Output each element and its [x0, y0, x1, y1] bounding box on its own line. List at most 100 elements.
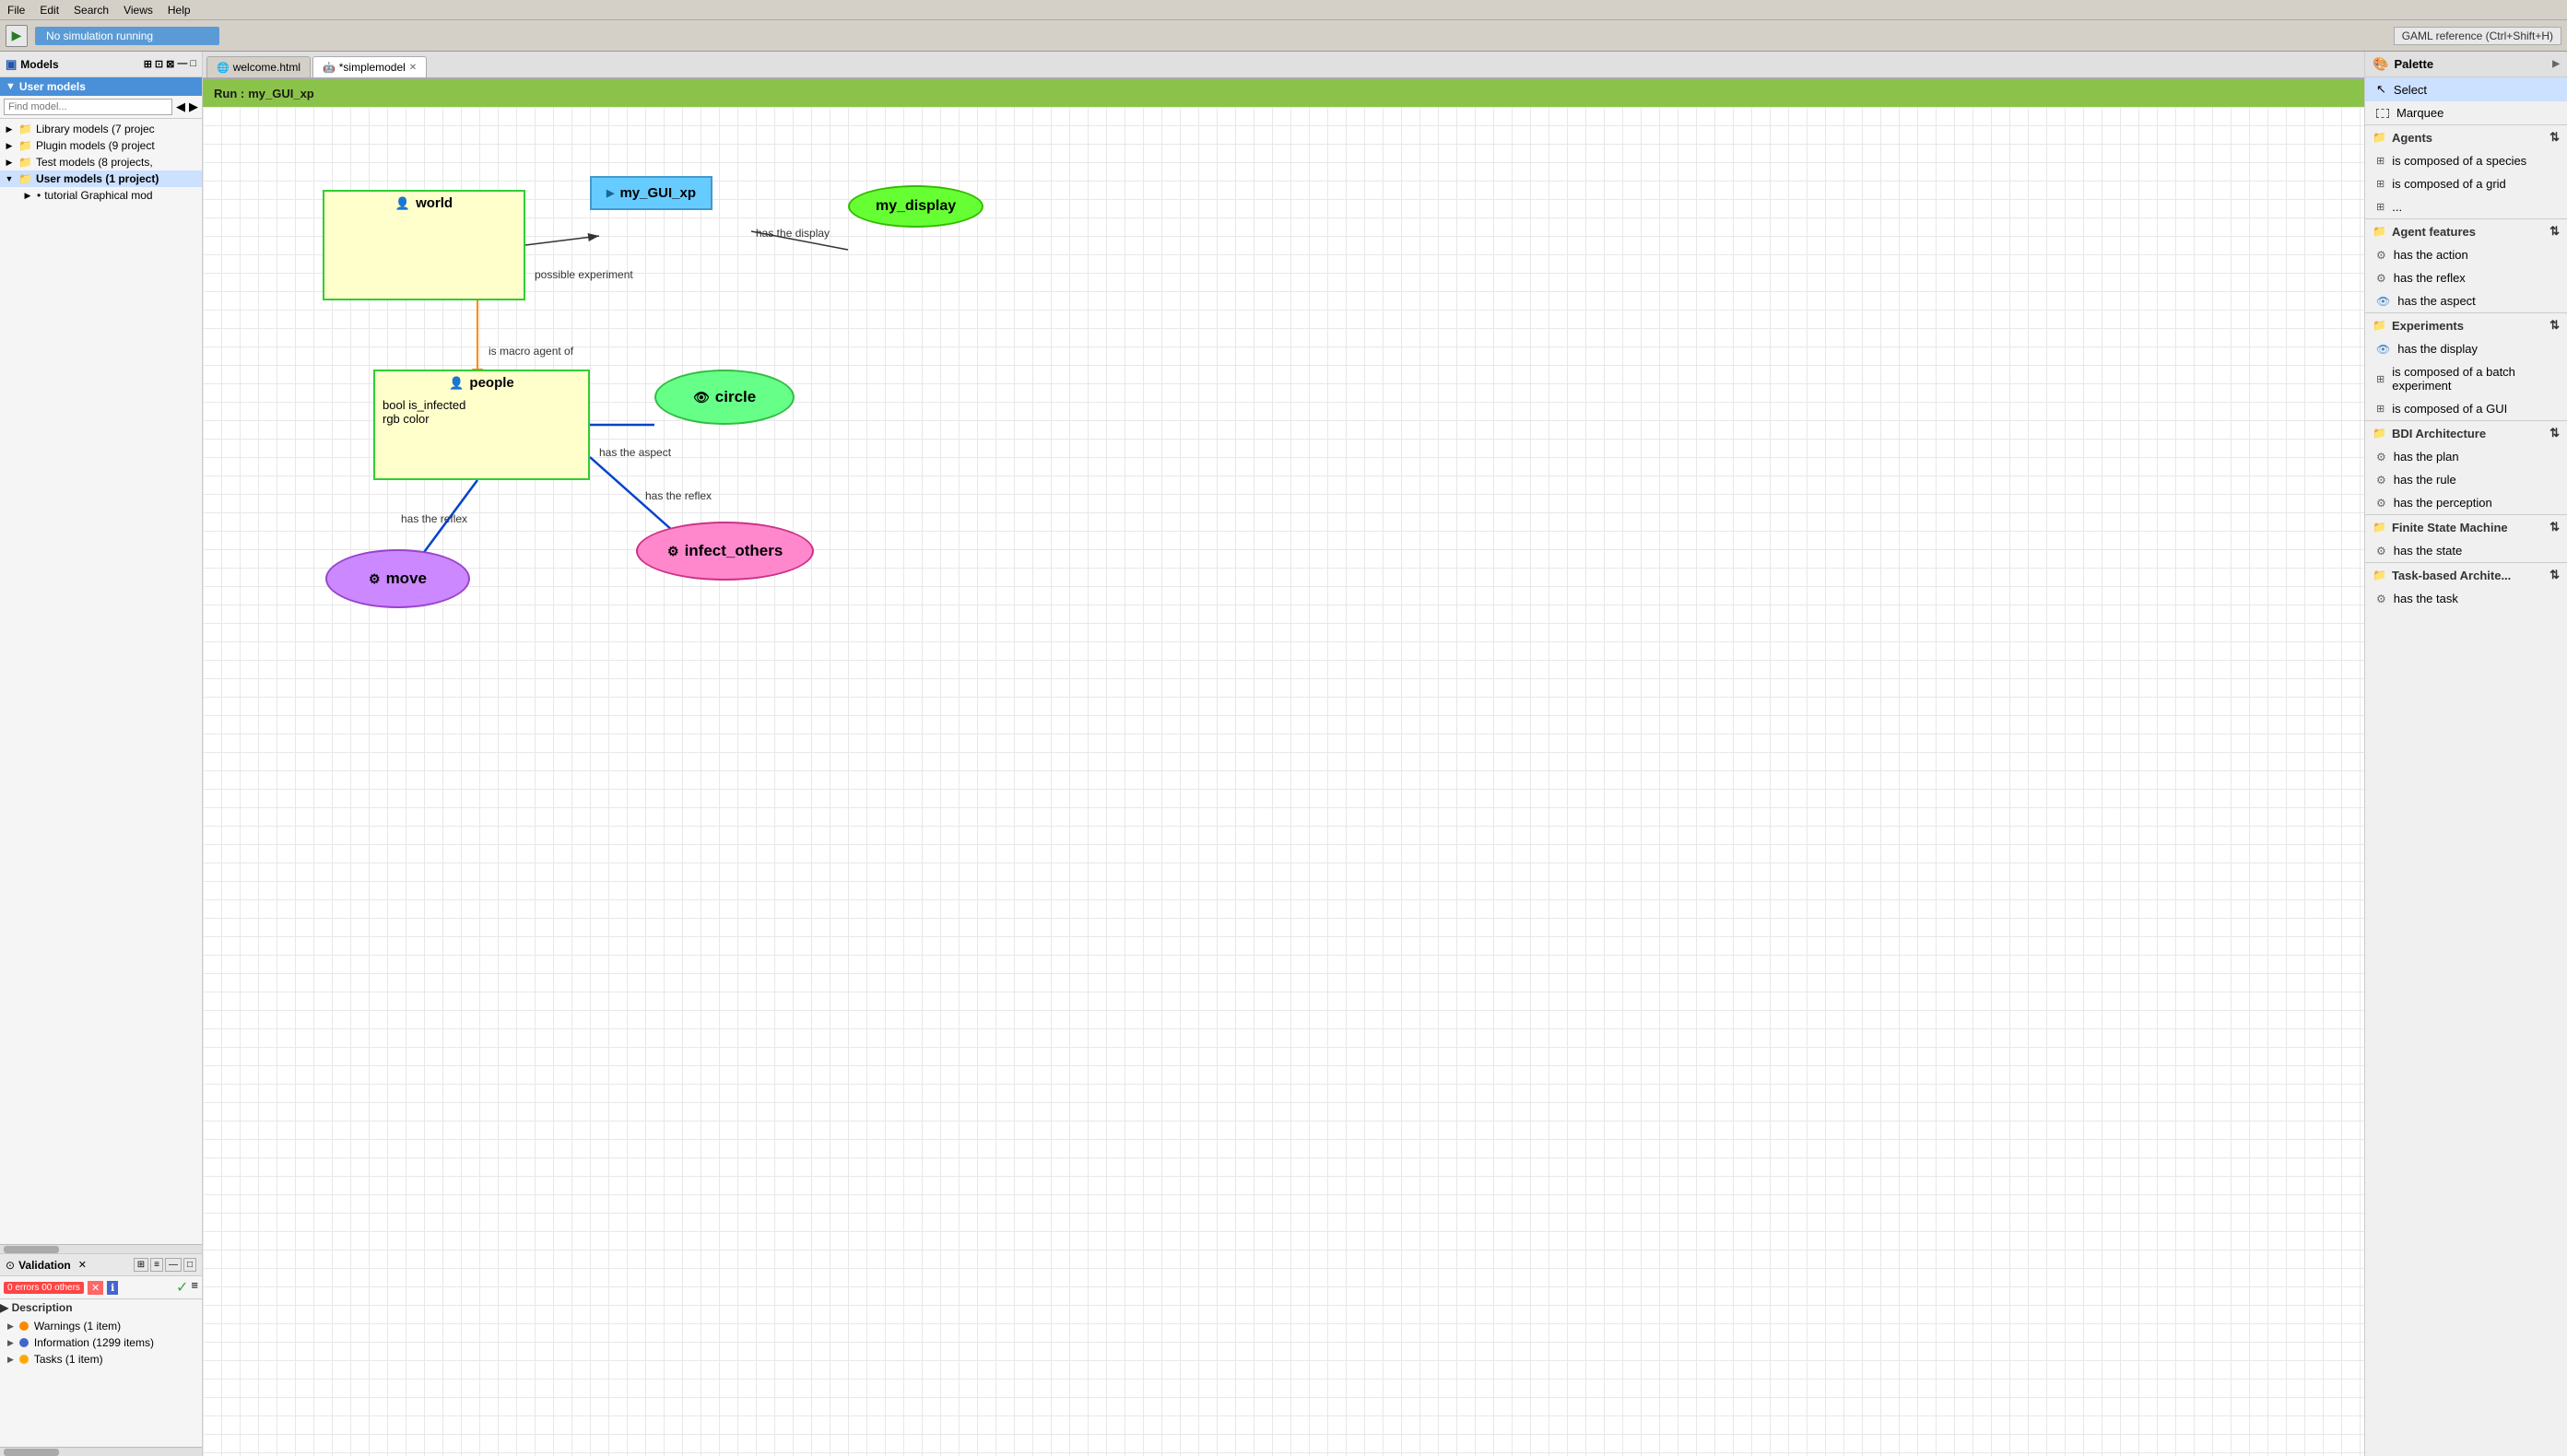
warning-label: Warnings (1 item) — [34, 1320, 121, 1333]
circle-label: circle — [715, 388, 756, 406]
val-scrollbar-thumb[interactable] — [4, 1449, 59, 1456]
horizontal-scrollbar[interactable] — [0, 1244, 202, 1253]
left-panel: ▣ Models ⊞ ⊡ ⊠ — □ ▼ User models ◀ ▶ ▶ — [0, 52, 203, 1456]
menu-edit[interactable]: Edit — [40, 4, 59, 17]
plugin-icon: 📁 — [18, 139, 32, 152]
tree-expander-tutorial[interactable]: ▶ — [22, 190, 33, 201]
gaml-reference-button[interactable]: GAML reference (Ctrl+Shift+H) — [2394, 27, 2561, 45]
palette-item-has-state[interactable]: ⚙ has the state — [2365, 539, 2567, 562]
bdi-folder-icon: 📁 — [2373, 427, 2386, 440]
play-button[interactable] — [6, 25, 28, 47]
bdi-label: BDI Architecture — [2392, 427, 2486, 440]
node-people[interactable]: 👤 people bool is_infected rgb color — [373, 370, 590, 480]
batch-label: is composed of a batch experiment — [2392, 365, 2556, 393]
node-infect[interactable]: ⚙ infect_others — [636, 522, 814, 581]
palette-icon: 🎨 — [2373, 56, 2388, 72]
node-gui[interactable]: ▶ my_GUI_xp — [590, 176, 712, 210]
tab-welcome[interactable]: 🌐 welcome.html — [206, 56, 311, 77]
palette-item-gui-experiment[interactable]: ⊞ is composed of a GUI — [2365, 397, 2567, 420]
val-grid-btn[interactable]: ⊞ — [134, 1258, 148, 1272]
val-max-btn[interactable]: □ — [183, 1258, 196, 1272]
palette-item-batch-experiment[interactable]: ⊞ is composed of a batch experiment — [2365, 360, 2567, 397]
tree-expander-user[interactable]: ▼ — [4, 173, 15, 184]
new-button[interactable]: ⊞ — [144, 58, 152, 70]
palette-item-select[interactable]: ↖ Select — [2365, 77, 2567, 101]
tree-item-tutorial[interactable]: ▶ • tutorial Graphical mod — [0, 187, 202, 204]
val-min-btn[interactable]: — — [165, 1258, 182, 1272]
palette-item-has-plan[interactable]: ⚙ has the plan — [2365, 445, 2567, 468]
composed-species-label: is composed of a species — [2392, 154, 2526, 168]
tree-expander-plugin[interactable]: ▶ — [4, 140, 15, 151]
edge-label-has-aspect: has the aspect — [599, 446, 671, 459]
node-circle[interactable]: 👁 circle — [654, 370, 795, 425]
scrollbar-thumb[interactable] — [4, 1246, 59, 1253]
node-move[interactable]: ⚙ move — [325, 549, 470, 608]
tree-expander-library[interactable]: ▶ — [4, 123, 15, 135]
validation-hscroll[interactable] — [0, 1447, 202, 1456]
val-list2-btn[interactable]: ≡ — [191, 1278, 198, 1297]
tree-item-test[interactable]: ▶ 📁 Test models (8 projects, — [0, 154, 202, 170]
filter-info-button[interactable]: ℹ — [107, 1281, 118, 1295]
plugin-label: Plugin models (9 project — [36, 139, 155, 152]
palette-item-has-aspect[interactable]: 👁 has the aspect — [2365, 289, 2567, 312]
palette-section-bdi[interactable]: 📁 BDI Architecture ⇅ — [2365, 420, 2567, 445]
desc-expander[interactable]: ▶ — [0, 1301, 12, 1314]
tree-item-plugin[interactable]: ▶ 📁 Plugin models (9 project — [0, 137, 202, 154]
palette-item-has-perception[interactable]: ⚙ has the perception — [2365, 491, 2567, 514]
info-item[interactable]: ▶ Information (1299 items) — [4, 1334, 198, 1351]
warning-expander[interactable]: ▶ — [7, 1321, 14, 1332]
palette-item-has-task[interactable]: ⚙ has the task — [2365, 587, 2567, 610]
node-world[interactable]: 👤 world — [323, 190, 525, 300]
infect-label: infect_others — [685, 542, 783, 560]
close-validation-icon[interactable]: ✕ — [78, 1259, 87, 1271]
menu-views[interactable]: Views — [124, 4, 153, 17]
info-expander[interactable]: ▶ — [7, 1338, 14, 1348]
palette-item-has-action[interactable]: ⚙ has the action — [2365, 243, 2567, 266]
tab-welcome-icon: 🌐 — [217, 62, 230, 74]
palette-item-composed-species[interactable]: ⊞ is composed of a species — [2365, 149, 2567, 172]
find-model-input[interactable] — [4, 99, 172, 115]
palette-item-marquee[interactable]: Marquee — [2365, 101, 2567, 124]
palette-expand-icon[interactable]: ▶ — [2552, 59, 2560, 69]
warning-item[interactable]: ▶ Warnings (1 item) — [4, 1318, 198, 1334]
plan-icon: ⚙ — [2376, 451, 2386, 464]
maximize-button[interactable]: □ — [190, 58, 196, 70]
palette-item-has-rule[interactable]: ⚙ has the rule — [2365, 468, 2567, 491]
nav-back-button[interactable]: ◀ — [176, 100, 185, 114]
gui-exp-icon: ⊞ — [2376, 403, 2384, 415]
task-item[interactable]: ▶ Tasks (1 item) — [4, 1351, 198, 1368]
palette-section-fsm[interactable]: 📁 Finite State Machine ⇅ — [2365, 514, 2567, 539]
link-button[interactable]: ⊠ — [166, 58, 174, 70]
palette-section-task[interactable]: 📁 Task-based Archite... ⇅ — [2365, 562, 2567, 587]
menu-file[interactable]: File — [7, 4, 25, 17]
menu-help[interactable]: Help — [168, 4, 191, 17]
palette-item-agents-more[interactable]: ⊞ ... — [2365, 195, 2567, 218]
node-display[interactable]: my_display — [848, 185, 983, 228]
palette-section-experiments[interactable]: 📁 Experiments ⇅ — [2365, 312, 2567, 337]
tree-item-user[interactable]: ▼ 📁 User models (1 project) — [0, 170, 202, 187]
palette-item-has-reflex[interactable]: ⚙ has the reflex — [2365, 266, 2567, 289]
palette-section-agents[interactable]: 📁 Agents ⇅ — [2365, 124, 2567, 149]
collapse-button[interactable]: — — [177, 58, 187, 70]
circle-eye-icon: 👁 — [693, 390, 710, 405]
palette-item-has-display[interactable]: 👁 has the display — [2365, 337, 2567, 360]
menu-search[interactable]: Search — [74, 4, 109, 17]
task-expander[interactable]: ▶ — [7, 1355, 14, 1365]
edge-label-has-display: has the display — [756, 227, 830, 240]
filter-error-button[interactable]: ✕ — [88, 1281, 103, 1295]
canvas-area[interactable]: possible experiment has the display is m… — [203, 107, 2364, 1456]
palette-item-composed-grid[interactable]: ⊞ is composed of a grid — [2365, 172, 2567, 195]
world-label: world — [416, 195, 453, 211]
validation-title: Validation — [18, 1259, 71, 1272]
tab-close-button[interactable]: ✕ — [409, 63, 417, 73]
display-icon: 👁 — [2376, 343, 2390, 356]
nav-forward-button[interactable]: ▶ — [189, 100, 198, 114]
sync-button[interactable]: ⊡ — [155, 58, 163, 70]
val-check-btn[interactable]: ✓ — [176, 1278, 188, 1297]
tab-simplemodel[interactable]: 🤖 *simplemodel ✕ — [312, 56, 427, 77]
edge-label-has-reflex-infect: has the reflex — [645, 489, 712, 502]
tree-item-library[interactable]: ▶ 📁 Library models (7 projec — [0, 121, 202, 137]
val-list-btn[interactable]: ≡ — [150, 1258, 163, 1272]
tree-expander-test[interactable]: ▶ — [4, 157, 15, 168]
palette-section-agent-features[interactable]: 📁 Agent features ⇅ — [2365, 218, 2567, 243]
